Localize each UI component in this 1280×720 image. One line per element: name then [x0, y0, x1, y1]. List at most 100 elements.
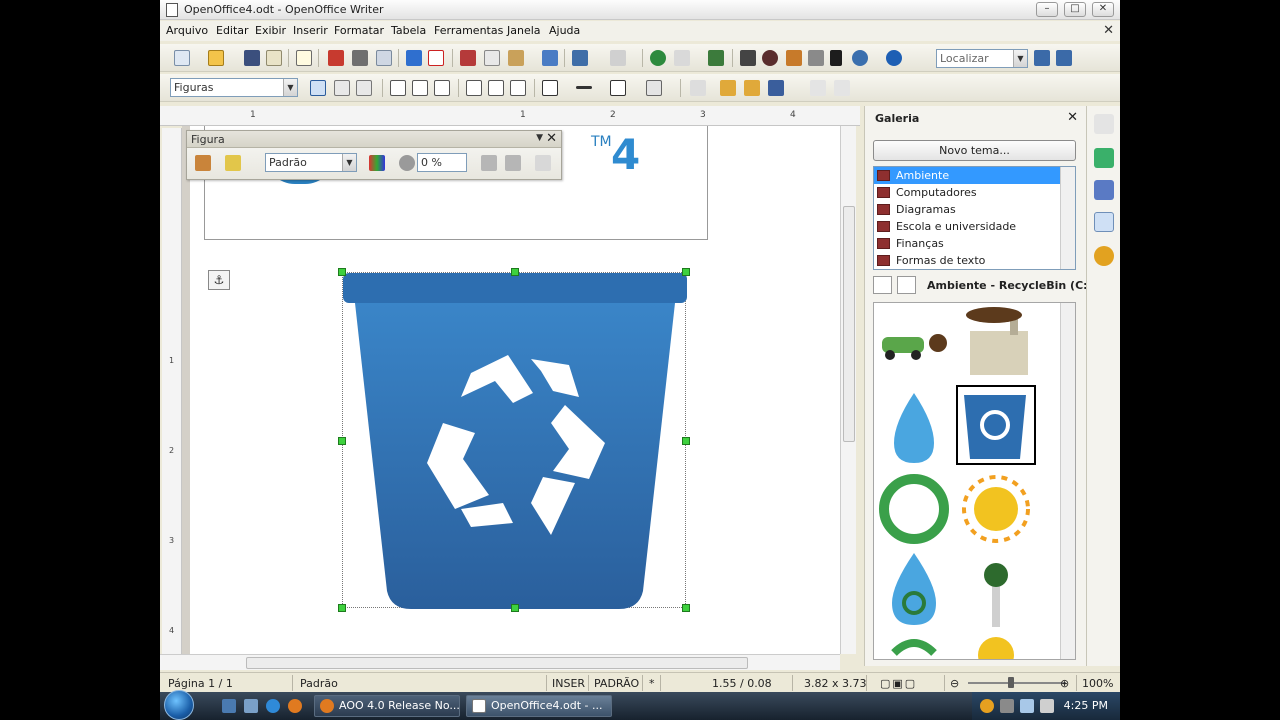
align-center-icon[interactable] — [412, 80, 428, 96]
nonprinting-chars-icon[interactable] — [830, 50, 842, 66]
thumbnails-scrollbar[interactable] — [1060, 303, 1075, 659]
edit-file-icon[interactable] — [296, 50, 312, 66]
cut-icon[interactable] — [460, 50, 476, 66]
horizontal-scrollbar-thumb[interactable] — [246, 657, 748, 669]
print-icon[interactable] — [352, 50, 368, 66]
anchor-marker-icon[interactable]: ⚓ — [208, 270, 230, 290]
graphics-mode-dropdown-icon[interactable]: ▼ — [342, 154, 356, 171]
open-folder-icon[interactable] — [208, 50, 224, 66]
document-area[interactable]: e TM 4 ⚓ — [182, 126, 842, 654]
task-firefox[interactable]: AOO 4.0 Release No... — [314, 695, 460, 717]
theme-item-diagramas[interactable]: Diagramas — [874, 201, 1061, 218]
flip-horizontal-icon[interactable] — [505, 155, 521, 171]
resize-handle-s[interactable] — [511, 604, 519, 612]
vertical-scrollbar-thumb[interactable] — [843, 206, 855, 442]
insert-mode[interactable]: INSER — [552, 677, 585, 690]
gallery-close-icon[interactable]: ✕ — [1067, 110, 1078, 125]
frame-properties-icon[interactable] — [690, 80, 706, 96]
document-page[interactable]: e TM 4 ⚓ — [190, 126, 840, 654]
switch-windows-icon[interactable] — [244, 699, 258, 713]
view-layout-icons[interactable]: ▢▣▢ — [880, 677, 934, 690]
filter-icon[interactable] — [195, 155, 211, 171]
sidebar-menu-icon[interactable] — [1094, 114, 1114, 134]
firefox-icon[interactable] — [288, 699, 302, 713]
find-dropdown-icon[interactable]: ▼ — [1013, 50, 1027, 67]
graphic-filter-icon[interactable] — [225, 155, 241, 171]
navigator-sidebar-icon[interactable] — [1094, 246, 1114, 266]
wrap-page-icon[interactable] — [334, 80, 350, 96]
start-button-icon[interactable] — [164, 690, 194, 720]
anchor-icon[interactable] — [768, 80, 784, 96]
show-desktop-icon[interactable] — [222, 699, 236, 713]
copy-icon[interactable] — [484, 50, 500, 66]
figura-close-icon[interactable]: ✕ — [546, 131, 557, 146]
styles-icon[interactable] — [1094, 180, 1114, 200]
unlink-frames-icon[interactable] — [834, 80, 850, 96]
wrap-off-icon[interactable] — [310, 80, 326, 96]
menu-exibir[interactable]: Exibir — [255, 24, 286, 37]
theme-list-scrollbar[interactable] — [1060, 167, 1075, 269]
menu-inserir[interactable]: Inserir — [293, 24, 328, 37]
table-icon[interactable] — [674, 50, 690, 66]
find-previous-icon[interactable] — [1056, 50, 1072, 66]
menu-formatar[interactable]: Formatar — [334, 24, 384, 37]
tray-monitor-icon[interactable] — [1000, 699, 1014, 713]
volume-icon[interactable] — [1040, 699, 1054, 713]
wrap-through-icon[interactable] — [356, 80, 372, 96]
resize-handle-e[interactable] — [682, 437, 690, 445]
figura-toolbar[interactable]: Figura ▼ ✕ Padrão ▼ 0 % — [186, 130, 562, 180]
zoom-out-icon[interactable]: ⊖ — [950, 677, 959, 690]
align-top-icon[interactable] — [466, 80, 482, 96]
icon-view-icon[interactable] — [873, 276, 892, 294]
flip-vertical-icon[interactable] — [481, 155, 497, 171]
clock[interactable]: 4:25 PM — [1064, 699, 1108, 712]
resize-handle-w[interactable] — [338, 437, 346, 445]
navigator-icon[interactable] — [762, 50, 778, 66]
gallery-icon[interactable] — [786, 50, 802, 66]
hyperlink-icon[interactable] — [650, 50, 666, 66]
background-color-icon[interactable] — [646, 80, 662, 96]
zoom-level[interactable]: 100% — [1082, 677, 1113, 690]
resize-handle-se[interactable] — [682, 604, 690, 612]
menu-tabela[interactable]: Tabela — [391, 24, 426, 37]
toolbar-menu-icon[interactable]: ▼ — [536, 133, 543, 143]
page-indicator[interactable]: Página 1 / 1 — [168, 677, 233, 690]
gallery-sidebar-icon[interactable] — [1094, 212, 1114, 232]
zoom-slider-knob[interactable] — [1008, 677, 1014, 688]
crop-icon[interactable] — [535, 155, 551, 171]
close-button[interactable]: ✕ — [1092, 2, 1114, 17]
email-icon[interactable] — [266, 50, 282, 66]
save-icon[interactable] — [244, 50, 260, 66]
link-frames-icon[interactable] — [810, 80, 826, 96]
resize-handle-sw[interactable] — [338, 604, 346, 612]
page-style[interactable]: Padrão — [300, 677, 338, 690]
selected-thumbnail[interactable] — [955, 384, 1037, 466]
align-right-icon[interactable] — [434, 80, 450, 96]
selected-image[interactable] — [338, 268, 690, 612]
graphics-mode-select[interactable]: Padrão ▼ — [265, 153, 357, 172]
selection-mode[interactable]: PADRÃO — [594, 677, 639, 690]
style-select[interactable]: Figuras ▼ — [170, 78, 298, 97]
task-openoffice[interactable]: OpenOffice4.odt - ... — [466, 695, 612, 717]
color-icon[interactable] — [369, 155, 385, 171]
menu-ferramentas[interactable]: Ferramentas — [434, 24, 503, 37]
export-pdf-icon[interactable] — [328, 50, 344, 66]
zoom-in-icon[interactable]: ⊕ — [1060, 677, 1069, 690]
theme-item-ambiente[interactable]: Ambiente — [874, 167, 1061, 184]
border-color-icon[interactable] — [610, 80, 626, 96]
print-preview-icon[interactable] — [376, 50, 392, 66]
theme-item-financas[interactable]: Finanças — [874, 235, 1061, 252]
menu-ajuda[interactable]: Ajuda — [549, 24, 580, 37]
horizontal-scrollbar[interactable] — [160, 654, 840, 670]
resize-handle-n[interactable] — [511, 268, 519, 276]
help-icon[interactable] — [886, 50, 902, 66]
properties-icon[interactable] — [1094, 148, 1114, 168]
spellcheck-icon[interactable] — [406, 50, 422, 66]
vertical-scrollbar[interactable] — [840, 126, 856, 654]
theme-item-escola[interactable]: Escola e universidade — [874, 218, 1061, 235]
detailed-view-icon[interactable] — [897, 276, 916, 294]
theme-item-computadores[interactable]: Computadores — [874, 184, 1061, 201]
close-document-icon[interactable]: ✕ — [1103, 23, 1114, 38]
tray-info-icon[interactable] — [980, 699, 994, 713]
find-input[interactable]: Localizar ▼ — [936, 49, 1028, 68]
